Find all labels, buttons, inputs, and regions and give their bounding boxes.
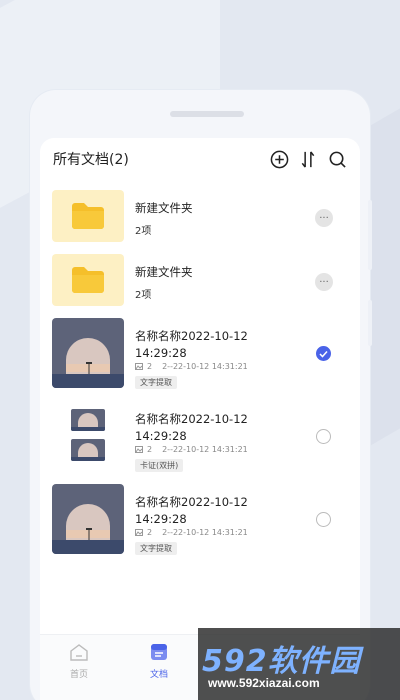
phone-side-button: [368, 300, 372, 346]
item-title: 名称名称2022-10-12 14:29:28: [135, 329, 248, 360]
tab-label: 首页: [69, 670, 88, 680]
item-meta: 2 2--22-10-12 14:31:21: [135, 528, 248, 537]
list-item-folder[interactable]: 新建文件夹 2项 ···: [52, 190, 360, 254]
folder-icon: [72, 203, 104, 229]
item-count: 2项: [135, 226, 152, 237]
document-thumbnail: [52, 484, 124, 554]
document-list: 新建文件夹 2项 ··· 新建文件夹 2项 ··· 名称名称2022-10-12…: [52, 190, 360, 567]
item-title: 名称名称2022-10-12 14:29:28: [135, 412, 248, 443]
folder-icon: [72, 267, 104, 293]
page-count: 2: [147, 362, 153, 371]
app-screen: 所有文档(2) 新建文件夹 2项 ··· 新建文件夹 2项 ··· 名称名称20…: [40, 138, 360, 700]
card-front-image: [71, 409, 105, 431]
card-back-image: [71, 439, 105, 461]
page-count: 2: [147, 528, 153, 537]
select-checkbox[interactable]: [316, 429, 331, 444]
item-count: 2项: [135, 290, 152, 301]
folder-thumbnail: [52, 190, 124, 242]
item-title: 名称名称2022-10-12 14:29:28: [135, 495, 248, 526]
list-item-folder[interactable]: 新建文件夹 2项 ···: [52, 254, 360, 318]
sort-icon[interactable]: [297, 148, 319, 170]
item-time: 2--22-10-12 14:31:21: [162, 362, 248, 371]
tab-home[interactable]: 首页: [49, 643, 109, 680]
document-thumbnail: [52, 401, 124, 471]
selected-checkbox[interactable]: [316, 346, 331, 361]
page-title: 所有文档(2): [53, 152, 129, 168]
watermark-logo: 592软件园: [202, 644, 361, 679]
item-title: 新建文件夹: [135, 265, 193, 279]
tab-documents[interactable]: 文档: [129, 643, 189, 680]
item-title: 新建文件夹: [135, 201, 193, 215]
more-options-icon[interactable]: ···: [315, 273, 333, 291]
image-count-icon: [135, 529, 143, 536]
home-icon: [70, 644, 88, 661]
item-time: 2--22-10-12 14:31:21: [162, 445, 248, 454]
image-count-icon: [135, 363, 143, 370]
list-item-document[interactable]: 名称名称2022-10-12 14:29:28 2 2--22-10-12 14…: [52, 484, 360, 567]
item-tag: 卡证(双拼): [135, 459, 184, 472]
check-icon: [319, 350, 328, 358]
more-options-icon[interactable]: ···: [315, 209, 333, 227]
image-count-icon: [135, 446, 143, 453]
phone-speaker: [170, 111, 244, 117]
watermark: 592软件园 www.592xiazai.com: [198, 628, 400, 700]
document-thumbnail: [52, 318, 124, 388]
document-icon: [151, 644, 167, 660]
page-count: 2: [147, 445, 153, 454]
item-meta: 2 2--22-10-12 14:31:21: [135, 362, 248, 371]
watermark-url: www.592xiazai.com: [208, 676, 320, 690]
phone-side-button: [368, 200, 372, 270]
list-item-document[interactable]: 名称名称2022-10-12 14:29:28 2 2--22-10-12 14…: [52, 401, 360, 484]
folder-thumbnail: [52, 254, 124, 306]
item-time: 2--22-10-12 14:31:21: [162, 528, 248, 537]
add-icon[interactable]: [268, 148, 290, 170]
list-item-document[interactable]: 名称名称2022-10-12 14:29:28 2 2--22-10-12 14…: [52, 318, 360, 401]
item-tag: 文字提取: [135, 376, 177, 389]
select-checkbox[interactable]: [316, 512, 331, 527]
header: 所有文档(2): [53, 148, 348, 170]
item-tag: 文字提取: [135, 542, 177, 555]
search-icon[interactable]: [326, 148, 348, 170]
item-meta: 2 2--22-10-12 14:31:21: [135, 445, 248, 454]
tab-label: 文档: [149, 670, 168, 680]
